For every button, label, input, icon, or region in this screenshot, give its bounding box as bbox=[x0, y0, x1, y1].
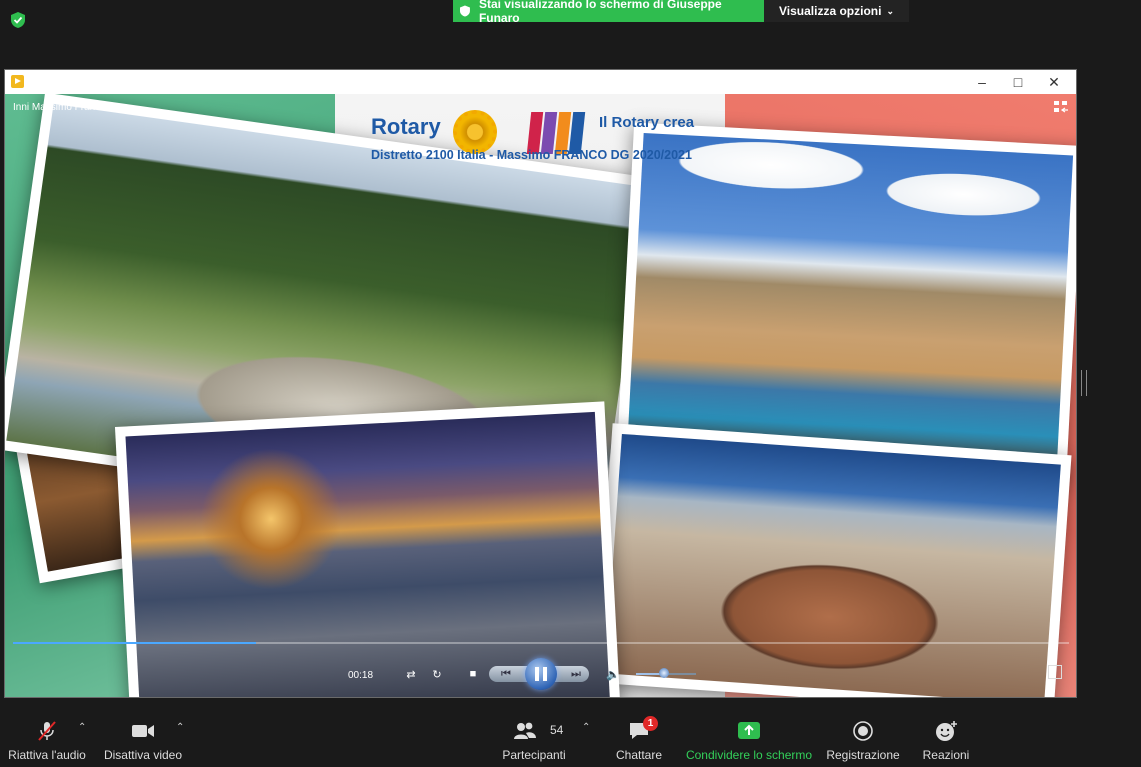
photo-card-night-city bbox=[114, 401, 622, 697]
shuffle-icon[interactable]: ⇄ bbox=[401, 660, 421, 688]
reactions-label: Reazioni bbox=[922, 748, 970, 762]
security-shield-icon[interactable] bbox=[9, 11, 27, 29]
playback-controls: ⇄ ↻ ■ ⏮ ⏭ 🔈 bbox=[381, 658, 701, 690]
chat-unread-badge: 1 bbox=[643, 716, 658, 731]
chat-button[interactable]: 1 Chattare bbox=[608, 708, 670, 767]
media-player-app-icon bbox=[11, 75, 24, 88]
microphone-muted-icon bbox=[38, 721, 56, 741]
shield-icon bbox=[459, 5, 470, 17]
logo-slogan: Il Rotary crea bbox=[599, 114, 695, 131]
video-camera-icon bbox=[132, 725, 154, 737]
close-button[interactable]: ✕ bbox=[1036, 70, 1072, 94]
seek-bar[interactable] bbox=[13, 642, 1069, 644]
view-options-button[interactable]: Visualizza opzioni ⌄ bbox=[764, 0, 909, 22]
video-options-caret[interactable]: ⌃ bbox=[176, 722, 184, 733]
panel-resize-handle[interactable] bbox=[1081, 370, 1087, 396]
pause-button[interactable] bbox=[525, 658, 557, 690]
participants-button[interactable]: 54 Partecipanti bbox=[496, 708, 572, 767]
elapsed-time: 00:18 bbox=[348, 670, 374, 681]
chat-label: Chattare bbox=[615, 748, 663, 762]
video-title: Inni Massimo Franco bbox=[13, 102, 106, 113]
view-options-label: Visualizza opzioni bbox=[778, 4, 882, 18]
audio-label: Riattiva l'audio bbox=[8, 748, 86, 762]
record-button[interactable]: Registrazione bbox=[824, 708, 902, 767]
repeat-icon[interactable]: ↻ bbox=[427, 660, 447, 688]
stop-button[interactable]: ■ bbox=[463, 660, 483, 688]
rotary-logo: Rotary Il Rotary crea Distretto 2100 Ita… bbox=[371, 108, 721, 168]
reactions-button[interactable]: Reazioni bbox=[914, 708, 978, 767]
record-icon bbox=[853, 721, 873, 741]
rotary-brand-text: Rotary bbox=[371, 114, 441, 139]
record-label: Registrazione bbox=[826, 748, 900, 762]
video-label: Disattiva video bbox=[103, 748, 183, 762]
screen-share-banner: Stai visualizzando lo schermo di Giusepp… bbox=[453, 0, 764, 25]
logo-district-text: Distretto 2100 Italia - Massimo FRANCO D… bbox=[371, 148, 692, 162]
fullscreen-icon[interactable] bbox=[1048, 665, 1062, 679]
volume-slider-thumb[interactable] bbox=[659, 668, 669, 678]
next-icon[interactable]: ⏭ bbox=[563, 660, 589, 688]
share-screen-button[interactable]: Condividere lo schermo bbox=[684, 708, 814, 767]
emoji-plus-icon bbox=[936, 721, 957, 741]
participants-label: Partecipanti bbox=[502, 748, 566, 762]
window-titlebar[interactable]: – □ ✕ bbox=[5, 70, 1076, 94]
media-player-window[interactable]: – □ ✕ Inni Massimo Franco Rotary Il Rota… bbox=[4, 69, 1077, 698]
photo-card-seaside-arena bbox=[594, 423, 1072, 697]
maximize-button[interactable]: □ bbox=[1000, 70, 1036, 94]
stop-video-button[interactable]: Disattiva video bbox=[98, 708, 188, 767]
participants-icon bbox=[513, 722, 536, 739]
chevron-down-icon: ⌄ bbox=[886, 5, 894, 16]
previous-icon[interactable]: ⏮ bbox=[493, 660, 519, 688]
volume-icon[interactable]: 🔈 bbox=[603, 660, 623, 688]
participant-count: 54 bbox=[550, 723, 564, 737]
unmute-audio-button[interactable]: Riattiva l'audio bbox=[0, 708, 94, 767]
share-label: Condividere lo schermo bbox=[685, 748, 813, 762]
audio-options-caret[interactable]: ⌃ bbox=[78, 722, 86, 733]
participants-options-caret[interactable]: ⌃ bbox=[582, 722, 590, 733]
minimize-button[interactable]: – bbox=[964, 70, 1000, 94]
share-banner-text: Stai visualizzando lo schermo di Giusepp… bbox=[478, 0, 722, 25]
share-screen-icon bbox=[738, 722, 760, 739]
meeting-toolbar: Riattiva l'audio ⌃ Disattiva video ⌃ 54 … bbox=[0, 708, 1141, 767]
switch-to-miniplayer-icon[interactable] bbox=[1054, 101, 1068, 113]
seek-bar-progress bbox=[13, 642, 256, 644]
video-area[interactable]: Inni Massimo Franco Rotary Il Rotary cre… bbox=[5, 94, 1076, 697]
